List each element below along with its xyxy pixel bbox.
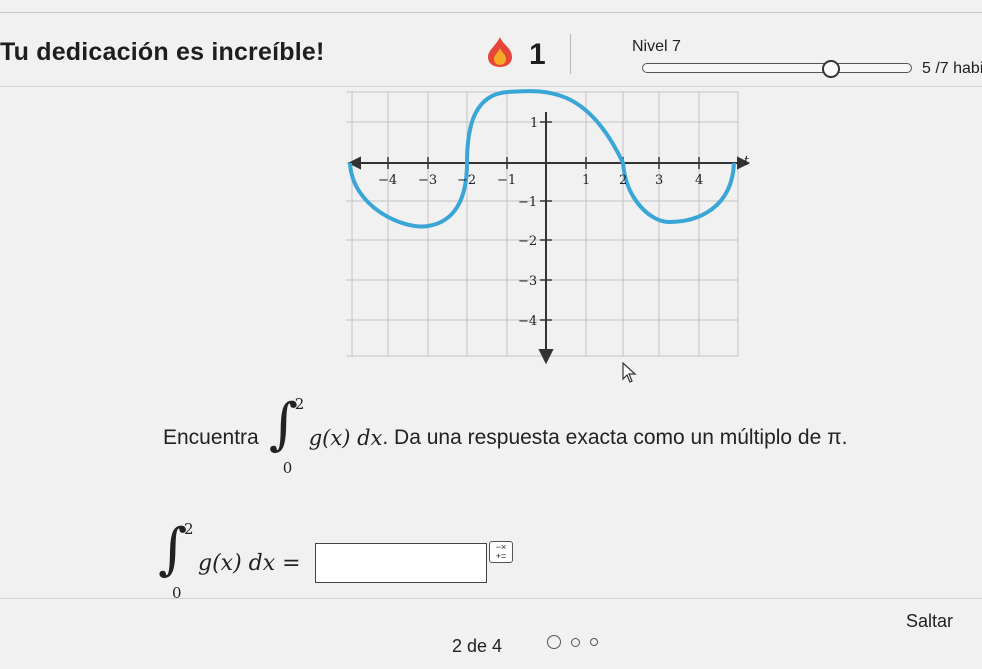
mouse-cursor-icon xyxy=(622,362,637,383)
footer-divider xyxy=(0,598,982,599)
level-progress-bar xyxy=(642,63,912,73)
integrand: g(x) dx xyxy=(308,426,383,450)
skill-count: 5 /7 habil xyxy=(922,60,982,77)
function-graph: −4 −3 −2 −1 1 2 3 4 t 1 −1 −2 −3 −4 xyxy=(346,89,751,365)
y-tick-label: −1 xyxy=(518,195,537,210)
header-divider-bottom xyxy=(0,86,982,87)
question-text: Encuentra ∫ 2 0 g(x) dx . Da una respues… xyxy=(163,395,847,481)
page-dot xyxy=(571,637,580,647)
integral-lower-limit: 0 xyxy=(172,584,182,602)
header-divider xyxy=(570,34,571,74)
question-suffix: . Da una respuesta exacta como un múltip… xyxy=(382,426,848,449)
x-tick-label: 3 xyxy=(655,173,663,188)
x-tick-label: −2 xyxy=(457,173,476,188)
integral-upper-limit: 2 xyxy=(294,395,305,413)
integral-symbol: ∫ 2 0 xyxy=(158,517,194,602)
x-tick-label: 4 xyxy=(695,173,703,188)
integral-symbol: ∫ 2 0 xyxy=(268,392,305,477)
y-tick-label: 1 xyxy=(530,116,538,131)
x-tick-label: 1 xyxy=(582,173,590,188)
skip-button[interactable]: Saltar xyxy=(906,611,953,632)
answer-lhs: g(x) dx = xyxy=(198,550,301,576)
page-dot xyxy=(547,635,561,649)
motivation-message: Tu dedicación es increíble! xyxy=(0,38,325,66)
answer-row: ∫ 2 0 g(x) dx = xyxy=(148,520,487,606)
integral-upper-limit: 2 xyxy=(184,520,194,538)
y-tick-label: −3 xyxy=(518,274,537,289)
y-tick-label: −2 xyxy=(518,234,537,249)
level-label: Nivel 7 xyxy=(632,38,681,55)
page-indicator: 2 de 4 xyxy=(452,636,503,656)
function-curve xyxy=(348,89,736,229)
top-divider xyxy=(0,12,982,13)
level-progress-marker xyxy=(822,60,840,78)
x-tick-label: 2 xyxy=(619,173,627,188)
streak-count: 1 xyxy=(529,37,546,71)
fire-icon xyxy=(485,36,515,73)
question-prefix: Encuentra xyxy=(163,426,259,449)
answer-input[interactable] xyxy=(314,543,487,583)
x-axis-label: t xyxy=(744,154,750,169)
page-dot xyxy=(590,638,598,646)
integral-lower-limit: 0 xyxy=(282,459,293,477)
y-tick-label: −4 xyxy=(518,314,537,329)
x-tick-label: −3 xyxy=(418,173,437,188)
math-keypad-icon[interactable]: −× += xyxy=(489,541,513,563)
x-tick-label: −1 xyxy=(497,173,516,188)
page-dots xyxy=(547,635,598,649)
x-tick-label: −4 xyxy=(378,173,397,188)
streak-counter: 1 xyxy=(485,36,546,73)
